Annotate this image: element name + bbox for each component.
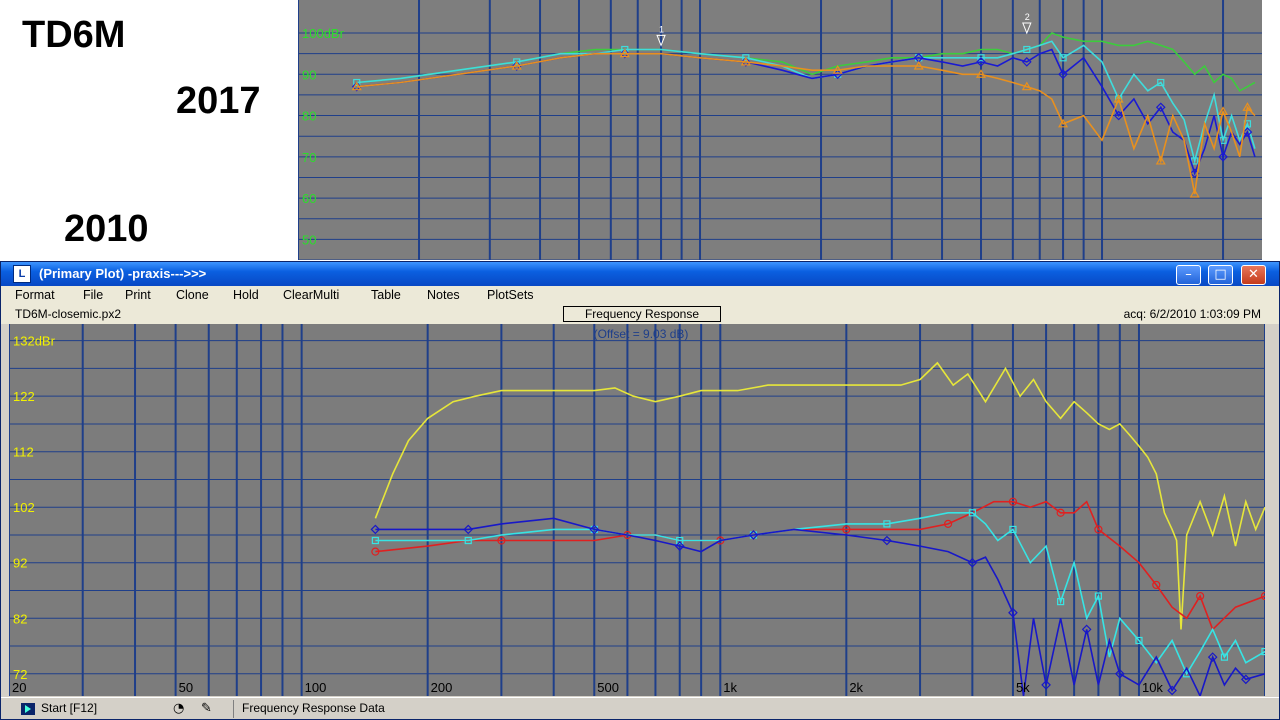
y-tick-label: 92	[13, 556, 27, 571]
play-icon	[21, 702, 35, 715]
menu-clearmulti[interactable]: ClearMulti	[283, 288, 339, 302]
y-tick-label: 112	[13, 445, 34, 460]
y-tick-label: 80	[302, 109, 316, 124]
menu-hold[interactable]: Hold	[233, 288, 259, 302]
top-plot-svg: 50 60 70 80 90 100dBr 1 2	[298, 0, 1262, 260]
reference-marker-label: 1	[659, 24, 664, 34]
model-label: TD6M	[22, 14, 126, 56]
x-tick-label: 500	[597, 680, 619, 695]
minimize-button[interactable]: –	[1176, 265, 1201, 285]
menu-clone[interactable]: Clone	[176, 288, 209, 302]
year-label-bottom: 2010	[64, 208, 149, 250]
top-frequency-plot: 50 60 70 80 90 100dBr 1 2	[298, 0, 1262, 260]
maximize-button[interactable]: □	[1208, 265, 1233, 285]
y-tick-label: 60	[302, 191, 316, 206]
menu-table[interactable]: Table	[371, 288, 401, 302]
y-tick-label: 90	[302, 67, 316, 82]
menu-notes[interactable]: Notes	[427, 288, 460, 302]
x-tick-label: 10k	[1142, 680, 1163, 695]
window-title: (Primary Plot) -praxis--->>>	[39, 266, 207, 281]
bottom-plot-svg: 728292102112122132dBr20 50 100 200 500 1k 2k 5k…	[9, 324, 1265, 696]
menu-format[interactable]: Format	[15, 288, 55, 302]
status-text: Frequency Response Data	[233, 700, 385, 718]
start-button[interactable]: Start [F12]	[21, 701, 161, 717]
y-top-label: 100dBr	[302, 26, 345, 41]
year-label-top: 2017	[176, 80, 261, 122]
close-button[interactable]: ✕	[1241, 265, 1266, 285]
plot-subtitle: (Offset = 9.03 dB)	[594, 327, 689, 341]
y-top-label: 132dBr	[13, 334, 56, 349]
status-bar: Start [F12] ◔ ✎ Frequency Response Data	[1, 697, 1279, 719]
series-line-1	[356, 32, 1256, 92]
series-line-1	[374, 361, 1265, 630]
x-tick-label: 200	[431, 680, 453, 695]
y-tick-label: 122	[13, 389, 35, 404]
x-tick-label: 50	[179, 680, 193, 695]
series-line-3	[356, 48, 1256, 176]
x-tick-label: 2k	[849, 680, 863, 695]
acquisition-timestamp: acq: 6/2/2010 1:03:09 PM	[1123, 307, 1261, 321]
file-name: TD6M-closemic.px2	[15, 307, 122, 321]
reference-marker-icon	[1022, 22, 1032, 35]
praxis-window: L (Primary Plot) -praxis--->>> – □ ✕ For…	[0, 261, 1280, 720]
reference-marker-label: 2	[1025, 12, 1030, 22]
y-tick-label: 82	[13, 611, 27, 626]
x-tick-label: 20	[12, 680, 26, 695]
x-tick-label: 1k	[723, 680, 737, 695]
window-titlebar[interactable]: L (Primary Plot) -praxis--->>> – □ ✕	[1, 262, 1279, 286]
y-tick-label: 102	[13, 500, 35, 515]
y-tick-label: 50	[302, 232, 316, 247]
y-tick-label: 70	[302, 150, 316, 165]
menu-print[interactable]: Print	[125, 288, 151, 302]
menu-bar: Format File Print Clone Hold ClearMulti …	[1, 286, 1279, 306]
start-button-label: Start [F12]	[41, 701, 98, 715]
plot-title-button[interactable]: Frequency Response	[563, 306, 721, 322]
app-icon[interactable]: L	[13, 265, 31, 283]
series-line-3	[375, 512, 1265, 676]
x-tick-label: 5k	[1016, 680, 1030, 695]
menu-file[interactable]: File	[83, 288, 103, 302]
bottom-frequency-plot[interactable]: 72 82 92 102 112 122 132dBr 20 50 100 200 500 1k 2k 5k…	[9, 324, 1265, 696]
series-line-4	[375, 517, 1265, 696]
menu-plotsets[interactable]: PlotSets	[487, 288, 534, 302]
probe-icon[interactable]: ✎	[201, 701, 223, 717]
clock-icon[interactable]: ◔	[173, 701, 191, 717]
info-bar: TD6M-closemic.px2 Frequency Response acq…	[1, 306, 1279, 324]
x-tick-label: 100	[305, 680, 327, 695]
series-line-2	[375, 500, 1265, 631]
